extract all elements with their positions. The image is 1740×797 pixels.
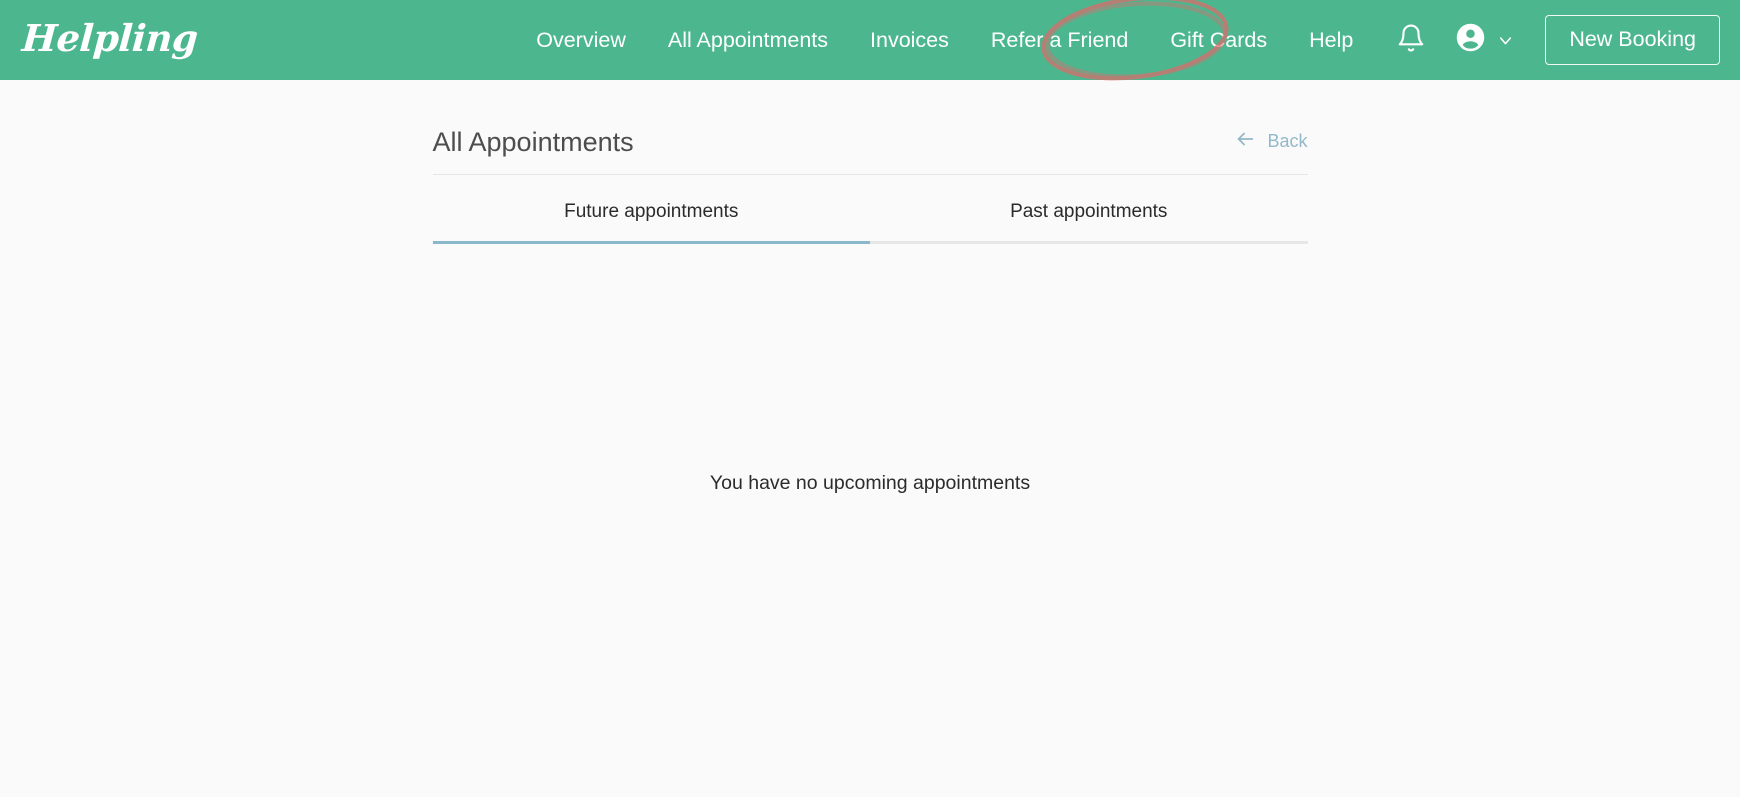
tab-future-appointments[interactable]: Future appointments <box>432 201 870 244</box>
account-menu-button[interactable] <box>1454 21 1515 59</box>
new-booking-button[interactable]: New Booking <box>1545 14 1720 66</box>
nav-overview[interactable]: Overview <box>515 0 647 80</box>
page-title-row: All Appointments Back <box>432 127 1308 175</box>
helpling-logo[interactable]: Helpling <box>21 16 199 61</box>
empty-state-message: You have no upcoming appointments <box>709 472 1031 494</box>
nav-help[interactable]: Help <box>1288 0 1374 80</box>
main-content: All Appointments Back Future appointment… <box>0 80 1740 797</box>
site-header: Helpling Overview All Appointments Invoi… <box>0 0 1740 81</box>
chevron-down-icon <box>1496 31 1515 50</box>
page-title: All Appointments <box>432 127 634 158</box>
main-navigation: Overview All Appointments Invoices Refer… <box>515 0 1720 80</box>
bell-icon <box>1396 23 1426 58</box>
tab-past-appointments[interactable]: Past appointments <box>870 201 1308 244</box>
nav-invoices[interactable]: Invoices <box>849 0 970 80</box>
nav-gift-cards[interactable]: Gift Cards <box>1149 0 1288 80</box>
nav-all-appointments[interactable]: All Appointments <box>647 0 849 80</box>
nav-refer-a-friend[interactable]: Refer a Friend <box>970 0 1149 80</box>
notifications-button[interactable] <box>1396 23 1426 58</box>
back-link-label: Back <box>1267 131 1308 151</box>
back-link[interactable]: Back <box>1234 128 1308 158</box>
appointments-tabs: Future appointments Past appointments <box>432 201 1308 244</box>
arrow-left-icon <box>1234 128 1256 155</box>
appointments-panel: All Appointments Back Future appointment… <box>432 127 1308 797</box>
account-circle-icon <box>1454 21 1487 59</box>
